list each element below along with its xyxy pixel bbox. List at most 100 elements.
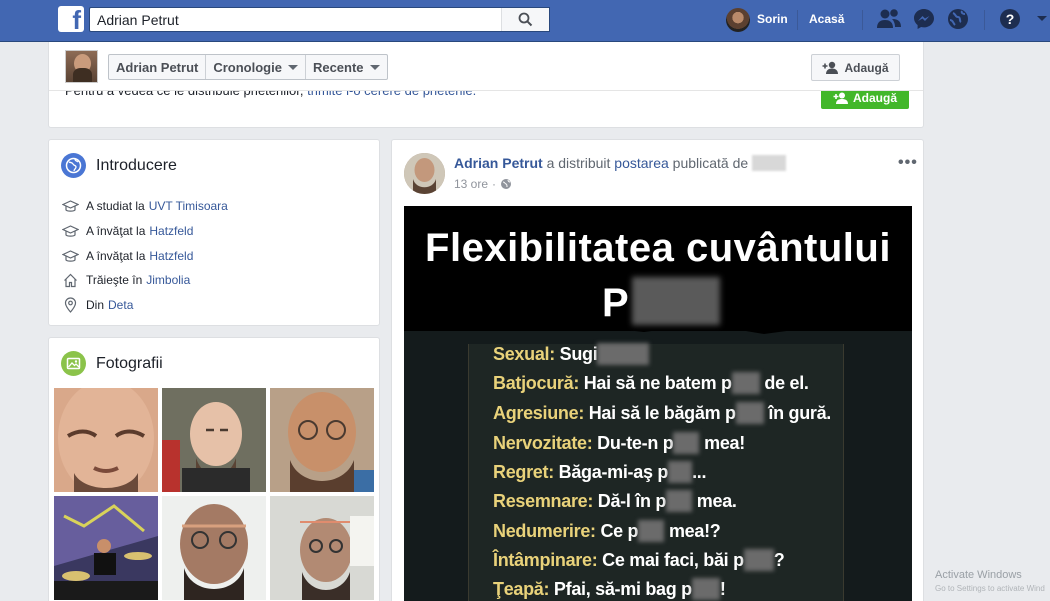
redacted-word [735,402,764,424]
meme-line-text: Sugi [559,344,598,364]
post-action-text: a distribuit [546,155,611,171]
photo-thumbnail[interactable] [270,388,374,492]
location-pin-icon [61,297,79,313]
intro-item-link[interactable]: UVT Timisoara [149,199,228,213]
top-navigation-bar: f Sorin Acasă ? [0,0,1050,42]
meme-line-key: Nedumerire: [493,521,596,541]
windows-activation-title: Activate Windows [935,569,1022,581]
intro-card: Introducere A studiat la UVT Timisoara A … [48,139,380,326]
intro-item-link[interactable]: Deta [108,298,133,312]
intro-item-label: A învăţat la [86,249,146,263]
meme-line-after: mea! [704,433,745,453]
meme-line-after: mea. [696,491,737,511]
home-link[interactable]: Acasă [809,12,844,26]
notifications-globe-icon[interactable] [947,8,969,30]
meme-line: Batjocură: Hai să ne batem p de el. [493,372,809,394]
photos-icon [61,351,86,376]
meme-line-text: Băga-mi-aş p [558,462,669,482]
svg-text:?: ? [1006,11,1015,27]
meme-line: Întâmpinare: Ce mai faci, băi p? [493,549,785,571]
meme-line-key: Batjocură: [493,373,580,393]
meme-title-letter: P [602,281,629,325]
intro-item-from: Din Deta [61,297,133,313]
meme-line-after: ? [773,550,785,570]
meme-title-line1: Flexibilitatea cuvântului [425,226,891,270]
breadcrumb-profile-name[interactable]: Adrian Petrut [109,55,207,79]
nav-divider [862,10,863,30]
more-options-icon[interactable]: ••• [898,154,918,172]
photos-card: Fotografii [48,337,380,601]
avatar [726,8,750,32]
meme-line: Nervozitate: Du-te-n p mea! [493,432,745,454]
meme-line-after: ! [719,579,726,599]
add-friend-icon [833,92,848,104]
education-icon [61,223,79,239]
facebook-logo[interactable]: f [58,6,84,32]
meme-line: Nedumerire: Ce p mea!? [493,520,721,542]
post-suffix-text: publicată de [672,155,749,171]
friend-requests-icon[interactable] [876,8,902,30]
intro-item-link[interactable]: Hatzfeld [149,249,193,263]
messenger-icon[interactable] [913,8,935,30]
globe-icon [61,153,86,178]
sticky-profile-header: Adrian Petrut Cronologie Recente Adaugă [49,42,923,91]
intro-item-lives-in: Trăieşte în Jimbolia [61,272,190,288]
dropdown-arrow-icon[interactable] [1036,14,1048,24]
meme-line-text: Hai să ne batem p [583,373,732,393]
photo-thumbnail[interactable] [162,388,266,492]
profile-cover-area: Pentru a vedea ce le distribuie prieteni… [48,42,924,128]
help-icon[interactable]: ? [999,8,1021,30]
meme-line-text: Ce mai faci, băi p [602,550,744,570]
post-image[interactable]: Flexibilitatea cuvântului P Sexual: Sugi… [404,206,912,601]
redacted-word [666,490,693,512]
nav-divider [984,10,985,30]
meme-line-key: Sexual: [493,344,555,364]
intro-item-label: Trăieşte în [86,273,143,287]
search-button[interactable] [501,8,549,31]
meme-line-after: mea!? [668,521,721,541]
meme-line-text: Pfai, să-mi bag p [553,579,692,599]
intro-item-label: Din [86,298,105,312]
nav-divider [797,10,798,30]
photo-thumbnail[interactable] [54,496,158,600]
intro-title: Introducere [96,157,177,174]
photo-thumbnail[interactable] [270,496,374,600]
intro-item-link[interactable]: Hatzfeld [149,224,193,238]
photo-thumbnail[interactable] [162,496,266,600]
search-box [89,7,550,32]
breadcrumb-timeline[interactable]: Cronologie [206,55,306,79]
post-author-name[interactable]: Adrian Petrut [454,155,543,171]
chevron-down-icon [287,64,298,70]
windows-activation-text: Go to Settings to activate Wind [935,584,1045,593]
search-input[interactable] [90,8,500,31]
chevron-down-icon [369,64,380,70]
redacted-word [668,461,693,483]
search-icon [518,12,533,27]
add-friend-label: Adaugă [852,90,897,105]
profile-thumbnail[interactable] [65,50,98,83]
redacted-word [743,549,774,571]
add-button-label: Adaugă [844,60,889,75]
meme-line-after: în gură. [768,403,832,423]
breadcrumb-recent[interactable]: Recente [306,55,387,79]
intro-item-label: A studiat la [86,199,145,213]
meme-line-key: Întâmpinare: [493,550,598,570]
photo-thumbnail[interactable] [54,388,158,492]
meme-line: Agresiune: Hai să le băgăm p în gură. [493,402,831,424]
meme-line: Ţeapă: Pfai, să-mi bag p! [493,578,726,600]
redacted-word [638,520,665,542]
public-globe-icon [501,179,512,189]
post-header: Adrian Petrut a distribuit postarea publ… [454,155,787,171]
redacted-word [691,578,720,600]
add-friend-header-button[interactable]: Adaugă [811,54,900,81]
post-author-avatar[interactable] [404,153,445,194]
profile-name: Sorin [757,12,788,26]
intro-item-link[interactable]: Jimbolia [146,273,190,287]
education-icon [61,198,79,214]
meme-line-text: Ce p [600,521,639,541]
facebook-logo-letter: f [72,6,81,32]
meme-line: Sexual: Sugi [493,343,650,365]
post-timestamp[interactable]: 13 ore [454,177,488,191]
post-link[interactable]: postarea [614,155,668,171]
meta-separator: · [492,177,497,191]
